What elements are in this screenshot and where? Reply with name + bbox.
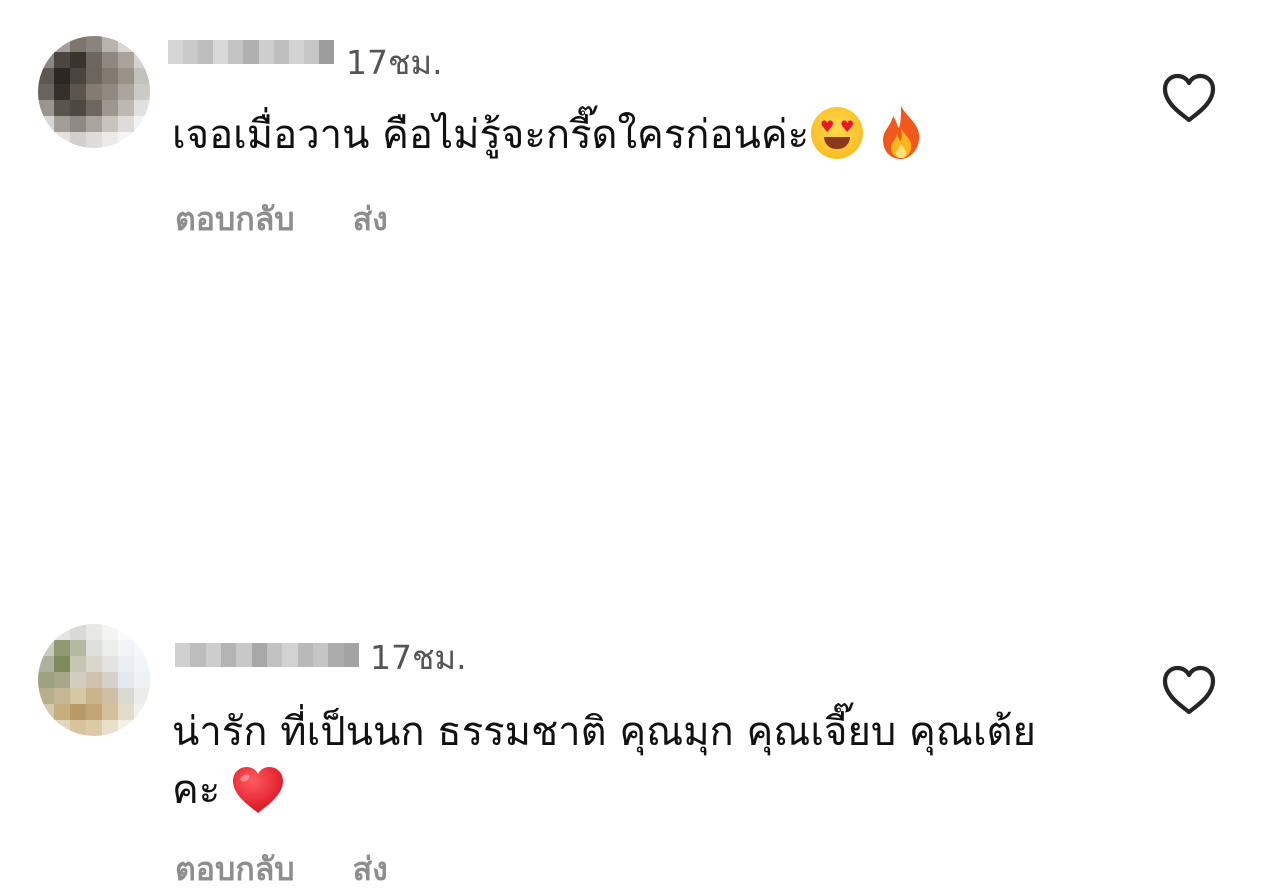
heart-outline-icon[interactable] (1161, 72, 1217, 124)
comment-timestamp: 17ชม. (370, 638, 467, 677)
avatar[interactable] (38, 624, 150, 736)
username-blurred[interactable] (168, 40, 335, 64)
avatar[interactable] (38, 36, 150, 148)
reply-button[interactable]: ตอบกลับ (175, 194, 295, 245)
reply-button[interactable]: ตอบกลับ (175, 844, 295, 895)
comment-actions: ตอบกลับ ส่ง (175, 844, 388, 895)
comment-text: น่ารัก ที่เป็นนก ธรรมชาติ คุณมุก คุณเจี๊… (172, 703, 1042, 819)
comment-body: น่ารัก ที่เป็นนก ธรรมชาติ คุณมุก คุณเจี๊… (172, 709, 1036, 813)
send-button[interactable]: ส่ง (353, 194, 388, 245)
heart-outline-icon[interactable] (1161, 664, 1217, 716)
smiling-face-with-heart-eyes-icon: ♥ ♥ (811, 107, 864, 159)
fire-icon (877, 104, 925, 160)
send-button[interactable]: ส่ง (353, 844, 388, 895)
comment-actions: ตอบกลับ ส่ง (175, 194, 388, 245)
red-heart-icon (230, 764, 286, 816)
comment-timestamp: 17ชม. (346, 43, 443, 82)
username-blurred[interactable] (175, 643, 359, 667)
comment-body: เจอเมื่อวาน คือไม่รู้จะกรี๊ดใครก่อนค่ะ (172, 112, 810, 158)
comment-text: เจอเมื่อวาน คือไม่รู้จะกรี๊ดใครก่อนค่ะ ♥ ♥ (172, 106, 1052, 164)
